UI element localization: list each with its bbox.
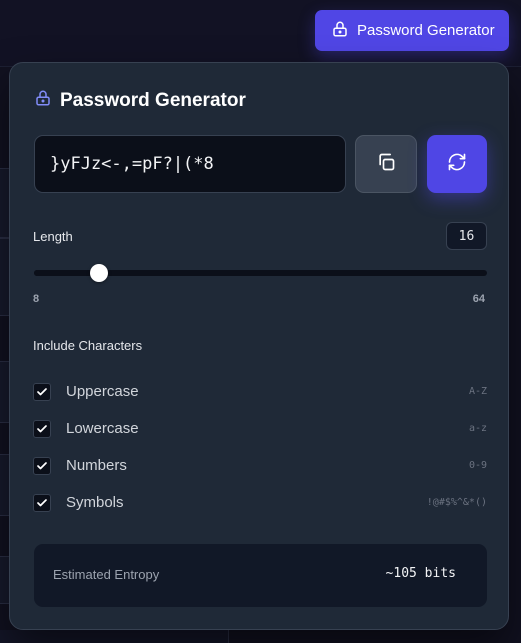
entropy-value: ~105 bits bbox=[385, 566, 456, 581]
password-generator-toggle-button[interactable]: Password Generator bbox=[315, 10, 509, 51]
option-numbers[interactable]: Numbers 0-9 bbox=[33, 447, 487, 484]
lock-icon bbox=[34, 89, 52, 113]
refresh-icon bbox=[447, 152, 467, 177]
length-min-label: 8 bbox=[33, 293, 40, 305]
numbers-hint: 0-9 bbox=[468, 460, 487, 471]
symbols-checkbox[interactable] bbox=[33, 493, 51, 512]
numbers-checkbox[interactable] bbox=[33, 456, 51, 475]
regenerate-password-button[interactable] bbox=[427, 135, 487, 193]
lowercase-checkbox[interactable] bbox=[33, 419, 51, 438]
uppercase-hint: A-Z bbox=[468, 386, 487, 397]
entropy-box: Estimated Entropy ~105 bits bbox=[34, 544, 487, 607]
option-uppercase[interactable]: Uppercase A-Z bbox=[33, 373, 487, 410]
check-icon bbox=[37, 424, 47, 432]
length-value-badge: 16 bbox=[446, 222, 487, 250]
lowercase-hint: a-z bbox=[468, 423, 487, 434]
generated-password-text: }yFJz<-,=pF?|(*8 bbox=[50, 154, 214, 174]
generated-password-field[interactable]: }yFJz<-,=pF?|(*8 bbox=[34, 135, 346, 193]
check-icon bbox=[37, 498, 47, 506]
lowercase-label: Lowercase bbox=[66, 420, 139, 437]
panel-title: Password Generator bbox=[34, 89, 246, 113]
lock-icon bbox=[331, 20, 349, 42]
numbers-label: Numbers bbox=[66, 457, 127, 474]
check-icon bbox=[37, 461, 47, 469]
option-symbols[interactable]: Symbols !@#$%^&*() bbox=[33, 484, 487, 521]
copy-icon bbox=[376, 152, 396, 177]
include-characters-label: Include Characters bbox=[33, 338, 143, 353]
option-lowercase[interactable]: Lowercase a-z bbox=[33, 410, 487, 447]
symbols-label: Symbols bbox=[66, 494, 124, 511]
length-label: Length bbox=[33, 229, 73, 244]
length-max-label: 64 bbox=[472, 293, 485, 305]
entropy-label: Estimated Entropy bbox=[53, 567, 160, 582]
character-options-list: Uppercase A-Z Lowercase a-z Numbers 0-9 … bbox=[33, 373, 487, 521]
background-footer bbox=[0, 630, 229, 643]
uppercase-label: Uppercase bbox=[66, 383, 139, 400]
uppercase-checkbox[interactable] bbox=[33, 382, 51, 401]
panel-title-text: Password Generator bbox=[60, 90, 246, 111]
check-icon bbox=[37, 387, 47, 395]
length-slider-fill bbox=[34, 270, 99, 276]
symbols-hint: !@#$%^&*() bbox=[426, 497, 487, 508]
toggle-button-label: Password Generator bbox=[357, 22, 495, 39]
length-slider-thumb[interactable] bbox=[89, 264, 108, 282]
password-generator-panel: Password Generator }yFJz<-,=pF?|(*8 Leng… bbox=[9, 62, 509, 630]
copy-password-button[interactable] bbox=[355, 135, 417, 193]
length-slider[interactable] bbox=[34, 264, 487, 282]
